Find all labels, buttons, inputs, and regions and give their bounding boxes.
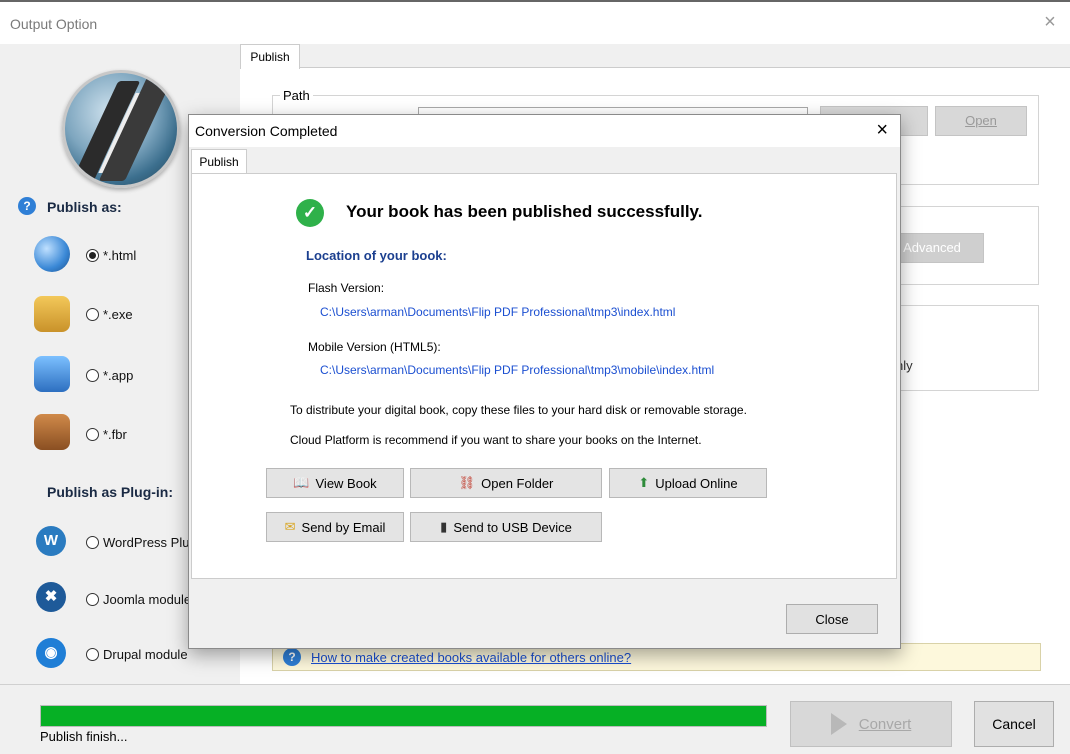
- format-app-option[interactable]: *.app: [86, 368, 133, 383]
- flash-path-link[interactable]: C:\Users\arman\Documents\Flip PDF Profes…: [320, 305, 675, 319]
- envelope-icon: ✉: [284, 519, 296, 534]
- plugin-drupal-label: Drupal module: [103, 647, 188, 662]
- mac-finder-icon: [34, 356, 70, 392]
- plugin-drupal-option[interactable]: Drupal module: [86, 647, 188, 662]
- help-link[interactable]: How to make created books available for …: [311, 650, 631, 665]
- globe-icon: [34, 236, 70, 272]
- tab-publish[interactable]: Publish: [240, 44, 300, 69]
- radio-html[interactable]: [86, 249, 99, 262]
- success-headline: Your book has been published successfull…: [346, 202, 703, 221]
- dialog-title-bar: Conversion Completed ×: [189, 115, 900, 147]
- plugin-joomla-option[interactable]: Joomla module: [86, 592, 191, 607]
- play-icon: [830, 713, 847, 735]
- progress-fill: [41, 706, 766, 726]
- radio-wordpress[interactable]: [86, 536, 99, 549]
- format-html-option[interactable]: *.html: [86, 248, 136, 263]
- upload-online-label: Upload Online: [655, 475, 738, 491]
- path-legend: Path: [280, 88, 313, 103]
- drupal-icon: ◉: [36, 638, 66, 668]
- mobile-path-link[interactable]: C:\Users\arman\Documents\Flip PDF Profes…: [320, 363, 714, 377]
- convert-label: Convert: [858, 715, 912, 733]
- status-text: Publish finish...: [40, 729, 128, 744]
- radio-drupal[interactable]: [86, 648, 99, 661]
- dialog-tab-publish[interactable]: Publish: [191, 149, 247, 174]
- format-html-label: *.html: [103, 248, 137, 263]
- format-fbr-option[interactable]: *.fbr: [86, 427, 127, 442]
- radio-fbr[interactable]: [86, 428, 99, 441]
- distribute-text: To distribute your digital book, copy th…: [290, 403, 747, 417]
- window-title: Output Option: [10, 16, 98, 32]
- cancel-button[interactable]: Cancel: [974, 701, 1054, 747]
- app-logo: [62, 70, 180, 188]
- location-label: Location of your book:: [306, 248, 447, 263]
- flash-label: Flash Version:: [308, 281, 385, 295]
- dialog-close-icon[interactable]: ×: [876, 119, 888, 142]
- cloud-text: Cloud Platform is recommend if you want …: [290, 433, 702, 447]
- open-book-icon: 📖: [293, 475, 310, 490]
- format-fbr-label: *.fbr: [103, 427, 127, 442]
- publish-as-label: Publish as:: [47, 199, 122, 215]
- send-usb-button[interactable]: ▮ Send to USB Device: [410, 512, 602, 542]
- format-exe-option[interactable]: *.exe: [86, 307, 133, 322]
- send-email-button[interactable]: ✉ Send by Email: [266, 512, 404, 542]
- radio-joomla[interactable]: [86, 593, 99, 606]
- check-icon: ✓: [296, 199, 324, 227]
- dialog-body: ✓ Your book has been published successfu…: [191, 173, 897, 579]
- open-button[interactable]: Open: [935, 106, 1027, 136]
- book-icon: [34, 414, 70, 450]
- open-folder-label: Open Folder: [481, 475, 554, 491]
- dialog-close-button[interactable]: Close: [786, 604, 878, 634]
- dialog-title: Conversion Completed: [195, 123, 338, 139]
- folder-tree-icon: ⛓: [458, 475, 476, 490]
- radio-app[interactable]: [86, 369, 99, 382]
- convert-button[interactable]: Convert: [790, 701, 952, 747]
- radio-exe[interactable]: [86, 308, 99, 321]
- upload-icon: ⬆: [638, 475, 650, 490]
- plugin-label: Publish as Plug-in:: [47, 484, 174, 500]
- plugin-joomla-label: Joomla module: [103, 592, 192, 607]
- send-usb-label: Send to USB Device: [453, 519, 572, 535]
- window-close-icon[interactable]: ×: [1038, 11, 1062, 34]
- progress-bar: [40, 705, 767, 727]
- send-email-label: Send by Email: [301, 519, 386, 535]
- joomla-icon: ✖: [36, 582, 66, 612]
- lock-icon: [34, 296, 70, 332]
- plugin-wordpress-option[interactable]: WordPress Plu: [86, 535, 189, 550]
- info-icon: ?: [283, 648, 301, 666]
- format-app-label: *.app: [103, 368, 134, 383]
- upload-online-button[interactable]: ⬆ Upload Online: [609, 468, 767, 498]
- open-folder-button[interactable]: ⛓ Open Folder: [410, 468, 602, 498]
- window-title-bar: Output Option ×: [0, 0, 1070, 46]
- format-exe-label: *.exe: [103, 307, 133, 322]
- wordpress-icon: W: [36, 526, 66, 556]
- usb-icon: ▮: [440, 519, 448, 534]
- help-icon[interactable]: ?: [18, 197, 36, 215]
- mobile-label: Mobile Version (HTML5):: [308, 340, 441, 354]
- view-book-button[interactable]: 📖 View Book: [266, 468, 404, 498]
- conversion-dialog: Conversion Completed × Publish ✓ Your bo…: [188, 114, 901, 649]
- plugin-wordpress-label: WordPress Plu: [103, 535, 190, 550]
- view-book-label: View Book: [315, 475, 377, 491]
